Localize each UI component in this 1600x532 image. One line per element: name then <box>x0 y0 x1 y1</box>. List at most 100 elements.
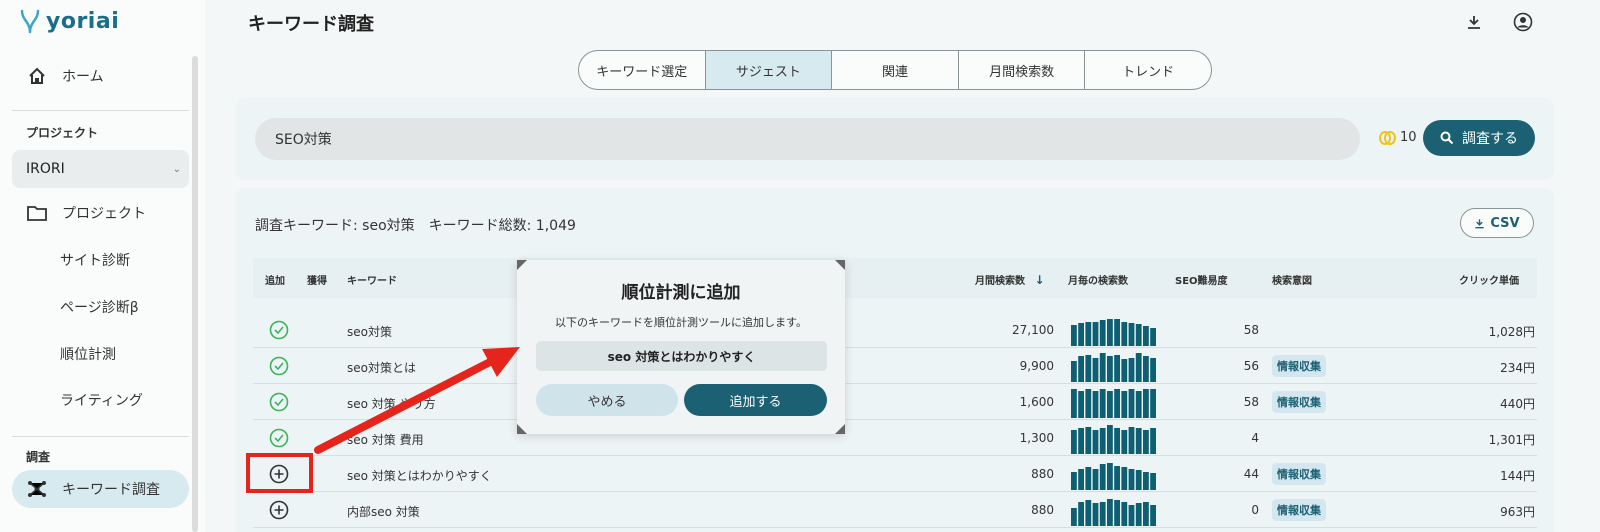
folder-icon <box>26 202 48 224</box>
col-add[interactable]: 追加 <box>265 272 285 287</box>
trend-bar <box>1099 353 1106 382</box>
difficulty-cell: 44 <box>1243 467 1259 481</box>
search-button-label: 調査する <box>1462 131 1518 147</box>
table-row: seo 対策 やり方 1,600 58 情報収集 440円 <box>253 384 1537 420</box>
results-summary: 調査キーワード: seo対策 キーワード総数: 1,049 <box>255 218 576 234</box>
check-circle-icon[interactable] <box>269 428 289 448</box>
col-keyword[interactable]: キーワード <box>347 272 397 287</box>
cancel-button[interactable]: やめる <box>536 384 678 416</box>
difficulty-cell: 58 <box>1243 323 1259 337</box>
keyword-cell: seo 対策とはわかりやすく <box>347 469 492 483</box>
col-difficulty[interactable]: SEO難易度 <box>1175 272 1228 287</box>
trend-bar <box>1071 325 1077 346</box>
trend-bar <box>1128 358 1135 382</box>
sidebar-item-page-diagnosis[interactable]: ページ診断β <box>12 288 189 326</box>
col-trend[interactable]: 月毎の検索数 <box>1068 272 1128 287</box>
trend-sparkbars <box>1071 425 1156 454</box>
col-cpc[interactable]: クリック単価 <box>1459 272 1519 287</box>
intent-badge: 情報収集 <box>1272 391 1326 413</box>
trend-bar <box>1085 389 1092 418</box>
volume-cell: 880 <box>1031 503 1054 517</box>
sidebar-item-rank-tracking[interactable]: 順位計測 <box>12 335 189 373</box>
add-rank-tracking-dialog: 順位計測に追加 以下のキーワードを順位計測ツールに追加します。 seo 対策とは… <box>517 260 845 434</box>
add-circle-icon[interactable] <box>269 500 289 520</box>
trend-bar <box>1078 469 1084 490</box>
add-button[interactable]: 追加する <box>684 384 827 416</box>
trend-bar <box>1092 430 1099 454</box>
intent-badge: 情報収集 <box>1272 499 1326 521</box>
credits: 10 <box>1378 130 1417 145</box>
check-circle-icon[interactable] <box>269 392 289 412</box>
trend-bar <box>1128 323 1135 346</box>
sidebar-item-label: ページ診断β <box>60 300 139 316</box>
tab-suggest[interactable]: サジェスト <box>705 51 833 89</box>
sidebar-item-writing[interactable]: ライティング <box>12 381 189 419</box>
trend-bar <box>1107 356 1113 382</box>
tab-related[interactable]: 関連 <box>832 51 959 89</box>
trend-bar <box>1135 428 1142 454</box>
logo[interactable]: yoriai <box>18 6 119 36</box>
trend-bar <box>1099 428 1106 454</box>
keyword-cell: seo対策 <box>347 325 392 339</box>
col-monthly-label: 月間検索数 <box>975 276 1025 287</box>
table-row: 内部seo 対策 880 0 情報収集 963円 <box>253 492 1537 528</box>
csv-button[interactable]: CSV <box>1460 208 1534 238</box>
trend-bar <box>1114 389 1120 418</box>
logo-icon <box>20 9 40 34</box>
check-circle-icon[interactable] <box>269 320 289 340</box>
trend-bar <box>1071 430 1077 454</box>
section-label-research: 調査 <box>26 450 51 464</box>
sidebar-item-keyword-research[interactable]: キーワード調査 <box>12 470 189 508</box>
trend-sparkbars <box>1071 463 1156 490</box>
difficulty-cell: 56 <box>1243 359 1259 373</box>
col-monthly[interactable]: 月間検索数 ↓ <box>975 272 1045 287</box>
trend-bar <box>1121 391 1128 418</box>
sidebar-item-site-diagnosis[interactable]: サイト診断 <box>12 241 189 279</box>
trend-bar <box>1092 391 1099 418</box>
tab-keyword-selection[interactable]: キーワード選定 <box>579 51 706 89</box>
trend-bar <box>1114 319 1120 346</box>
tab-monthly-volume[interactable]: 月間検索数 <box>959 51 1086 89</box>
col-intent[interactable]: 検索意図 <box>1272 272 1312 287</box>
col-acquired[interactable]: 獲得 <box>307 272 327 287</box>
trend-bar <box>1107 391 1113 418</box>
trend-sparkbars <box>1071 319 1156 346</box>
trend-sparkbars <box>1071 499 1156 526</box>
divider <box>12 110 189 111</box>
search-button[interactable]: 調査する <box>1423 120 1535 156</box>
trend-bar <box>1150 358 1156 382</box>
sidebar-item-label: プロジェクト <box>62 206 146 222</box>
table-header: 追加 獲得 キーワード 月間検索数 ↓ 月毎の検索数 SEO難易度 検索意図 ク… <box>253 258 1537 298</box>
download-icon[interactable] <box>1464 12 1484 32</box>
csv-button-label: CSV <box>1490 215 1520 231</box>
trend-bar <box>1135 353 1142 382</box>
trend-bar <box>1150 473 1156 490</box>
corner-mark <box>835 260 845 270</box>
trend-bar <box>1135 470 1142 490</box>
project-select[interactable]: IRORI ⌄ <box>12 150 189 188</box>
trend-bar <box>1085 427 1092 454</box>
volume-cell: 880 <box>1031 467 1054 481</box>
volume-cell: 1,300 <box>1019 431 1054 445</box>
sidebar-item-home[interactable]: ホーム <box>12 57 189 95</box>
tab-trend[interactable]: トレンド <box>1085 51 1211 89</box>
sidebar-scrollbar[interactable] <box>192 56 198 532</box>
search-input[interactable]: SEO対策 <box>255 118 1360 160</box>
sidebar-item-project[interactable]: プロジェクト <box>12 194 189 232</box>
difficulty-cell: 0 <box>1251 503 1259 517</box>
trend-bar <box>1135 503 1142 526</box>
check-circle-icon[interactable] <box>269 356 289 376</box>
trend-bar <box>1092 322 1099 346</box>
table-row: seo対策とは 9,900 56 情報収集 234円 <box>253 348 1537 384</box>
dialog-title: 順位計測に追加 <box>621 283 741 303</box>
trend-bar <box>1150 389 1156 418</box>
cpc-cell: 144円 <box>1500 469 1535 483</box>
page-title: キーワード調査 <box>248 14 374 35</box>
keyword-cell: seo 対策 費用 <box>347 433 424 447</box>
account-icon[interactable] <box>1513 12 1533 32</box>
trend-bar <box>1071 472 1077 490</box>
sidebar-item-label: ライティング <box>60 393 143 409</box>
trend-bar <box>1078 323 1084 346</box>
cpc-cell: 440円 <box>1500 397 1535 411</box>
trend-bar <box>1107 425 1113 454</box>
